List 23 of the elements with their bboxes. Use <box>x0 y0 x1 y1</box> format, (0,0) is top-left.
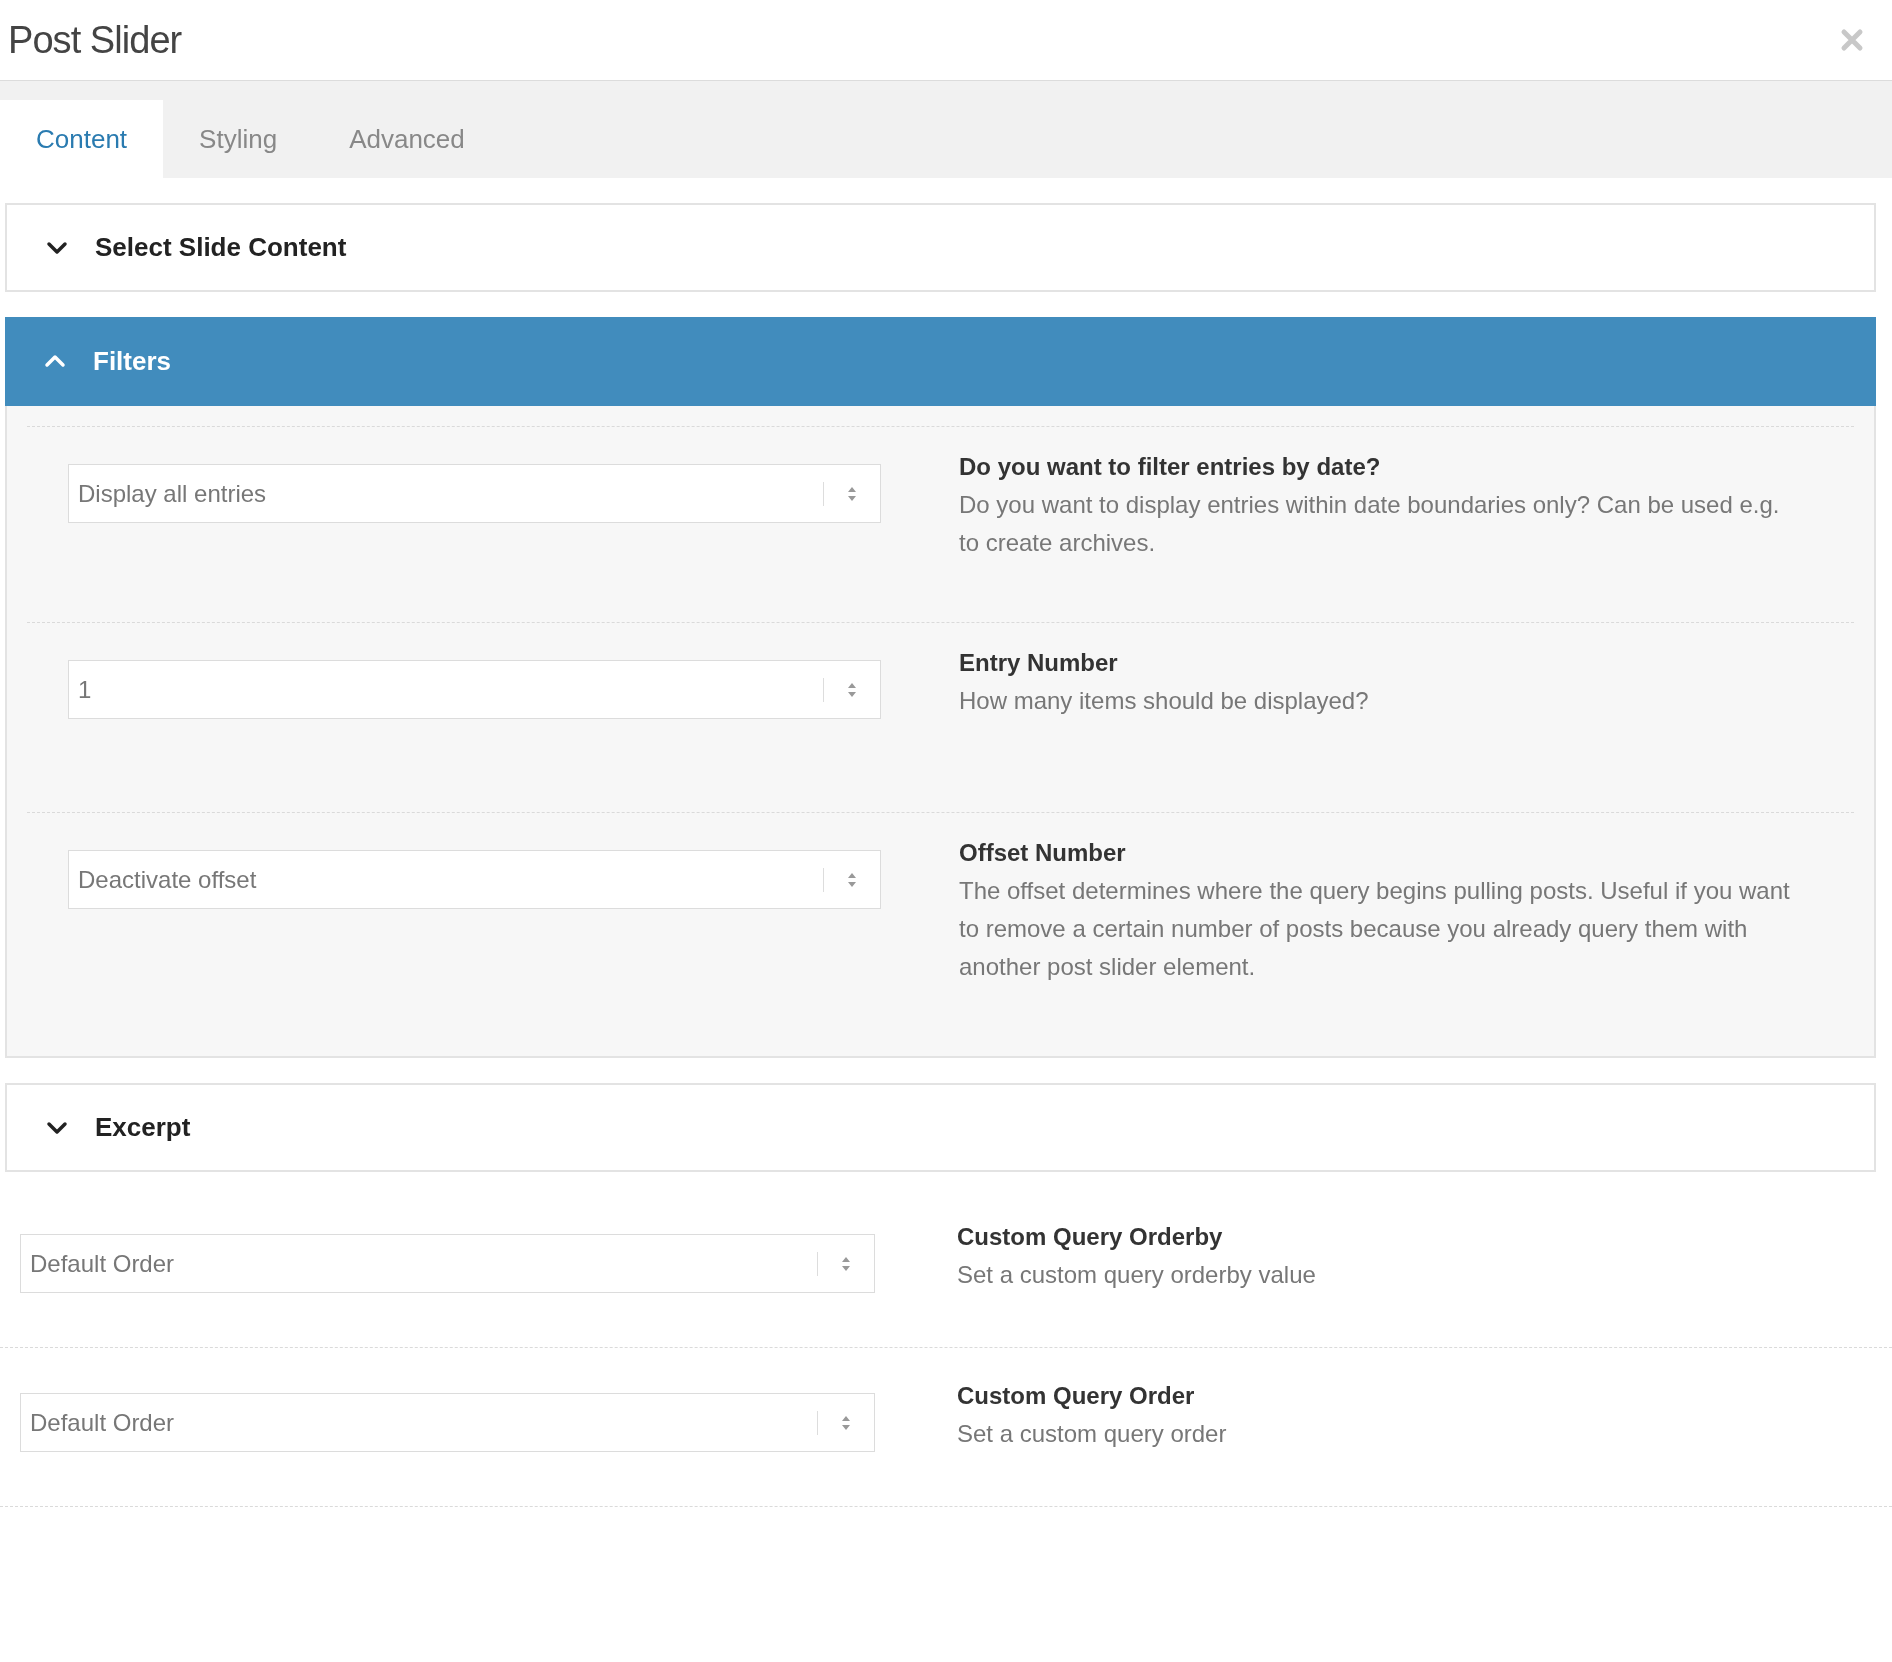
field-description: How many items should be displayed? <box>959 686 1370 716</box>
select-field[interactable]: 1 <box>68 660 881 719</box>
select-field[interactable]: Deactivate offset <box>68 850 881 909</box>
window-title: Post Slider <box>8 17 182 63</box>
field-label: Offset Number <box>959 838 1127 868</box>
field-description: Set a custom query order <box>957 1419 1228 1449</box>
tab[interactable]: Advanced <box>313 100 501 178</box>
field-label: Custom Query Order <box>957 1381 1196 1411</box>
section-header[interactable]: Select Slide Content <box>5 203 1876 292</box>
field-description: Set a custom query orderby value <box>957 1260 1317 1290</box>
section-header[interactable]: Excerpt <box>5 1083 1876 1172</box>
select-field[interactable]: Display all entries <box>68 464 881 523</box>
field-description: The offset determines where the query begins pulling posts. Useful if you want to remove a certain number of posts because you already query them with another post slider element. <box>959 876 1791 982</box>
tab[interactable]: Content <box>0 100 164 178</box>
select-field[interactable]: Default Order <box>20 1234 875 1293</box>
field-label: Entry Number <box>959 648 1119 678</box>
field-description: Do you want to display entries within date boundaries only? Can be used e.g. to create archives. <box>959 490 1781 558</box>
close-icon[interactable] <box>1840 28 1864 52</box>
section-header[interactable]: Filters <box>5 317 1876 406</box>
tab[interactable]: Styling <box>163 100 314 178</box>
field-label: Do you want to filter entries by date? <box>959 452 1382 482</box>
field-label: Custom Query Orderby <box>957 1222 1224 1252</box>
select-field[interactable]: Default Order <box>20 1393 875 1452</box>
